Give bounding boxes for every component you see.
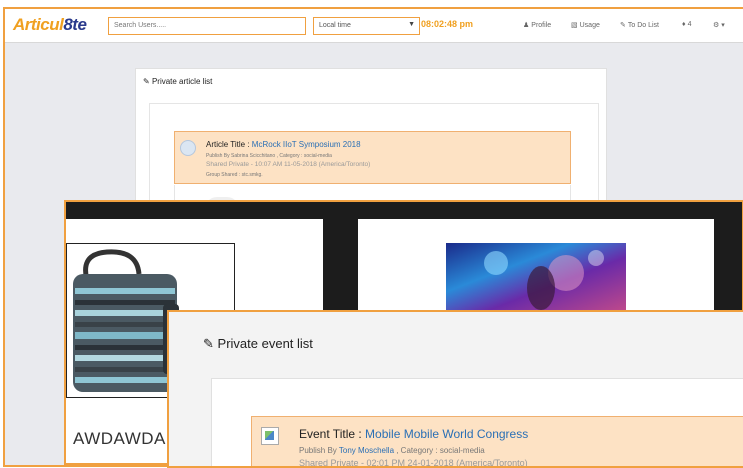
nav-notifications[interactable]: ♦ 4	[682, 21, 691, 28]
concert-illustration	[446, 243, 626, 313]
search-input[interactable]: Search Users.....	[108, 17, 306, 35]
usage-icon: ▧	[571, 22, 578, 29]
chevron-down-icon: ▼	[408, 21, 415, 28]
top-navbar: Articul8te Search Users..... Local time …	[5, 9, 743, 43]
event-title-link[interactable]: Mobile Mobile World Congress	[365, 427, 528, 441]
article-publisher: Publish By Sabrina Scicchitano , Categor…	[206, 153, 332, 159]
nav-profile[interactable]: ♟ Profile	[523, 21, 551, 30]
caret-down-icon: ▾	[721, 22, 725, 29]
article-title-link[interactable]: McRock IIoT Symposium 2018	[252, 140, 361, 149]
event-publisher: Publish By Tony Moschella , Category : s…	[299, 446, 485, 455]
article-group: Group Shared : stc.smkg.	[206, 172, 263, 178]
article-shared-info: Shared Private - 10:07 AM 11-05-2018 (Am…	[206, 161, 371, 168]
section-title: ✎ Private article list	[143, 77, 213, 86]
event-item[interactable]: Event Title : Mobile Mobile World Congre…	[251, 416, 743, 468]
clock-display: 08:02:48 pm	[421, 19, 474, 29]
events-window: ✎ Private event list Event Title : Mobil…	[167, 310, 743, 468]
app-logo[interactable]: Articul8te	[13, 15, 87, 35]
article-avatar	[180, 140, 196, 156]
article-title: Article Title : McRock IIoT Symposium 20…	[206, 140, 361, 149]
section-title: ✎ Private event list	[203, 336, 313, 351]
bell-icon: ♦	[682, 21, 686, 28]
nav-settings[interactable]: ⚙ ▾	[713, 21, 725, 29]
timezone-select[interactable]: Local time ▼	[313, 17, 420, 35]
publisher-link[interactable]: Tony Moschella	[339, 446, 394, 455]
nav-usage[interactable]: ▧ Usage	[571, 21, 600, 30]
gear-icon: ⚙	[713, 22, 720, 29]
event-shared-info: Shared Private - 02:01 PM 24-01-2018 (Am…	[299, 458, 528, 468]
event-title: Event Title : Mobile Mobile World Congre…	[299, 427, 529, 441]
user-icon: ♟	[523, 22, 530, 29]
article-item[interactable]: Article Title : McRock IIoT Symposium 20…	[174, 131, 571, 184]
product-name: AWDAWDA	[73, 429, 166, 448]
event-image-icon	[261, 427, 279, 445]
edit-icon: ✎	[620, 22, 626, 29]
concert-image[interactable]	[446, 243, 626, 313]
edit-icon: ✎	[143, 77, 150, 86]
edit-icon: ✎	[203, 336, 214, 351]
nav-todo[interactable]: ✎ To Do List	[620, 21, 659, 30]
